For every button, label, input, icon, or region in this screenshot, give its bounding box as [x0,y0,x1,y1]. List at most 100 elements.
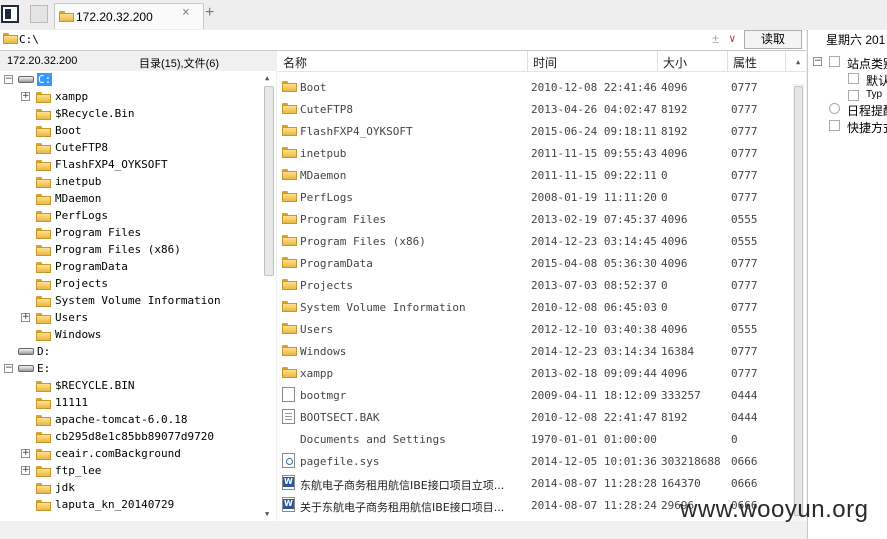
tree-item-label: CuteFTP8 [55,141,108,154]
file-row[interactable]: Windows 2014-12-23 03:14:34 16384 0777 [277,338,797,360]
side-item-label[interactable]: Typ [866,89,882,100]
file-row[interactable]: System Volume Information 2010-12-08 06:4… [277,294,797,316]
folder-icon [36,194,51,205]
tree-item[interactable]: − C: [0,72,262,89]
file-name: ProgramData [300,257,373,270]
scroll-up-icon[interactable]: ▲ [796,58,800,66]
file-row[interactable]: MDaemon 2011-11-15 09:22:11 0 0777 [277,162,797,184]
checkbox[interactable] [848,73,859,84]
file-row[interactable]: 东航电子商务租用航信IBE接口项目立项... 2014-08-07 11:28:2… [277,470,797,492]
tab-close-icon[interactable]: × [182,5,190,20]
tree-item[interactable]: ProgramData [0,259,262,276]
tree-item[interactable]: 11111 [0,395,262,412]
file-row[interactable]: BOOTSECT.BAK 2010-12-08 22:41:47 8192 0444 [277,404,797,426]
file-row[interactable]: PerfLogs 2008-01-19 11:11:20 0 0777 [277,184,797,206]
tree-item[interactable]: apache-tomcat-6.0.18 [0,412,262,429]
scroll-down-icon[interactable]: ▼ [265,510,269,518]
read-button[interactable]: 读取 [744,30,802,49]
file-list-scrollbar-thumb[interactable] [794,86,803,516]
folder-icon [282,169,297,180]
collapse-icon[interactable]: − [813,57,822,66]
tree-scrollbar[interactable] [264,86,274,276]
tree-item[interactable]: + Users [0,310,262,327]
side-item-label[interactable]: 日程提醒 [847,102,887,119]
tree-item[interactable]: + ceair.comBackground [0,446,262,463]
tree-item[interactable]: Projects [0,276,262,293]
tree-item[interactable]: Boot [0,123,262,140]
tree-item[interactable]: $Recycle.Bin [0,106,262,123]
collapse-icon[interactable]: − [4,75,13,84]
file-list[interactable]: Boot 2010-12-08 22:41:46 4096 0777 CuteFTP8 2… [277,72,806,521]
side-item-label[interactable]: 快捷方式 [847,119,887,136]
tree-item[interactable]: + xampp [0,89,262,106]
collapse-icon[interactable]: − [4,364,13,373]
column-divider[interactable] [657,51,658,71]
file-row[interactable]: xampp 2013-02-18 09:09:44 4096 0777 [277,360,797,382]
file-size: 0 [661,279,668,292]
column-divider[interactable] [727,51,728,71]
column-time[interactable]: 时间 [533,54,557,71]
tree-item[interactable]: jdk [0,480,262,497]
column-name[interactable]: 名称 [283,54,307,71]
word-document-icon [282,497,295,512]
file-size: 8192 [661,411,688,424]
side-item-label[interactable]: 站点类别 [847,55,887,72]
tree-item[interactable]: FlashFXP4_OYKSOFT [0,157,262,174]
column-divider[interactable] [527,51,528,71]
add-tab-button[interactable]: + [205,4,214,22]
scroll-up-icon[interactable]: ▲ [265,74,269,82]
tree-item[interactable]: CuteFTP8 [0,140,262,157]
tree-item[interactable]: Program Files (x86) [0,242,262,259]
file-time: 2010-12-08 06:45:03 [531,301,657,314]
category-icon [829,56,840,67]
app-menu-icon[interactable] [1,5,19,23]
tree-item[interactable]: D: [0,344,262,361]
side-item-label[interactable]: 默认 [866,72,887,89]
file-row[interactable]: CuteFTP8 2013-04-26 04:02:47 8192 0777 [277,96,797,118]
file-row[interactable]: Program Files (x86) 2014-12-23 03:14:45 40… [277,228,797,250]
tree-item[interactable]: $RECYCLE.BIN [0,378,262,395]
tree-item[interactable]: laputa_kn_20140729 [0,497,262,514]
tree-item[interactable]: + ftp_lee [0,463,262,480]
file-name: Windows [300,345,347,358]
column-divider[interactable] [785,51,786,71]
tree-item[interactable]: MDaemon [0,191,262,208]
checkbox[interactable] [848,90,859,101]
tree-item[interactable]: cb295d8e1c85bb89077d9720 [0,429,262,446]
tree-item[interactable]: Program Files [0,225,262,242]
file-row[interactable]: FlashFXP4_OYKSOFT 2015-06-24 09:18:11 8192… [277,118,797,140]
file-row[interactable]: Boot 2010-12-08 22:41:46 4096 0777 [277,74,797,96]
file-row[interactable]: inetpub 2011-11-15 09:55:43 4096 0777 [277,140,797,162]
file-row[interactable]: Users 2012-12-10 03:40:38 4096 0555 [277,316,797,338]
file-row[interactable]: ProgramData 2015-04-08 05:36:30 4096 0777 [277,250,797,272]
path-input[interactable]: C:\ [19,33,39,46]
file-row[interactable]: pagefile.sys 2014-12-05 10:01:36 303218688… [277,448,797,470]
blank-tab-icon[interactable] [30,5,48,23]
file-attr: 0777 [731,81,758,94]
drive-icon [18,347,34,356]
file-size: 4096 [661,213,688,226]
expand-icon[interactable]: + [21,449,30,458]
file-row[interactable]: Documents and Settings 1970-01-01 01:00:0… [277,426,797,448]
path-dropdown-icon[interactable]: ∨ [729,32,736,45]
expand-icon[interactable]: + [21,466,30,475]
file-row[interactable]: bootmgr 2009-04-11 18:12:09 333257 0444 [277,382,797,404]
column-size[interactable]: 大小 [663,54,687,71]
folder-icon [59,11,74,22]
directory-tree[interactable]: − C: + xampp $Recycle.Bin Boot CuteFTP8 FlashFX… [0,71,276,521]
tree-item-label: System Volume Information [55,294,221,307]
tree-item[interactable]: Windows [0,327,262,344]
expand-icon[interactable]: + [21,92,30,101]
path-add-icon[interactable]: ± [712,31,719,46]
expand-icon[interactable]: + [21,313,30,322]
column-attr[interactable]: 属性 [733,54,757,71]
folder-icon [36,177,51,188]
watermark: www.wooyun.org [680,496,869,523]
tree-item[interactable]: System Volume Information [0,293,262,310]
file-row[interactable]: Projects 2013-07-03 08:52:37 0 0777 [277,272,797,294]
tree-item[interactable]: PerfLogs [0,208,262,225]
tree-item[interactable]: − E: [0,361,262,378]
file-row[interactable]: Program Files 2013-02-19 07:45:37 4096 0555 [277,206,797,228]
path-bar[interactable]: C:\ ± ∨ [0,30,806,51]
tree-item[interactable]: inetpub [0,174,262,191]
